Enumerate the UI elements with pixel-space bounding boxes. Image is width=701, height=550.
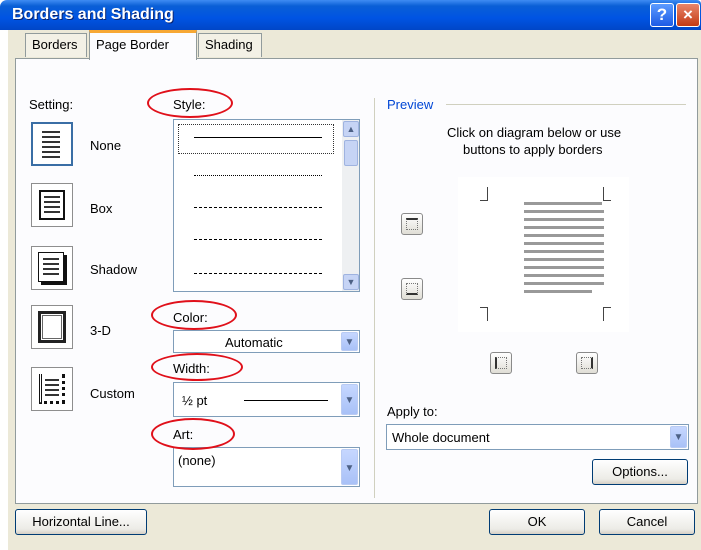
chevron-down-icon[interactable]: ▼: [341, 449, 358, 485]
art-dropdown[interactable]: (none) ▼: [173, 447, 360, 487]
cancel-button[interactable]: Cancel: [599, 509, 695, 535]
width-dropdown[interactable]: ½ pt ▼: [173, 382, 360, 417]
left-border-icon[interactable]: [490, 352, 512, 374]
width-value: ½ pt: [182, 393, 208, 408]
style-option-dotted[interactable]: [194, 175, 322, 176]
preview-divider: [374, 98, 375, 498]
apply-to-value: Whole document: [392, 430, 490, 445]
chevron-down-icon[interactable]: ▼: [670, 426, 687, 448]
art-value: (none): [178, 453, 216, 468]
scroll-down-icon[interactable]: ▼: [343, 274, 359, 290]
top-border-icon[interactable]: [401, 213, 423, 235]
annotation-circle-color: [151, 300, 237, 330]
color-dropdown[interactable]: Automatic ▼: [173, 330, 360, 353]
setting-shadow-icon[interactable]: [31, 246, 73, 290]
style-option-small-dash[interactable]: [194, 207, 322, 208]
apply-to-label: Apply to:: [387, 404, 438, 419]
horizontal-line-button[interactable]: Horizontal Line...: [15, 509, 147, 535]
scroll-up-icon[interactable]: ▲: [343, 121, 359, 137]
setting-none-icon[interactable]: [31, 122, 73, 166]
annotation-circle-style: [147, 88, 233, 118]
chevron-down-icon[interactable]: ▼: [341, 332, 358, 351]
annotation-circle-width: [151, 353, 243, 381]
setting-shadow-label[interactable]: Shadow: [90, 262, 137, 277]
setting-3d-label[interactable]: 3-D: [90, 323, 111, 338]
bottom-border-icon[interactable]: [401, 278, 423, 300]
setting-custom-label[interactable]: Custom: [90, 386, 135, 401]
preview-group-line: [446, 104, 686, 105]
options-button[interactable]: Options...: [592, 459, 688, 485]
ok-button[interactable]: OK: [489, 509, 585, 535]
width-line-sample: [244, 400, 328, 401]
preview-instruction-2: buttons to apply borders: [463, 142, 603, 157]
preview-instruction-1: Click on diagram below or use: [447, 125, 622, 140]
borders-and-shading-dialog: Borders and Shading ? × Borders Page Bor…: [0, 0, 701, 550]
style-scrollbar[interactable]: ▲ ▼: [342, 120, 359, 291]
setting-none-label[interactable]: None: [90, 138, 121, 153]
preview-label: Preview: [387, 97, 434, 112]
style-option-dash-dot[interactable]: [194, 273, 322, 274]
preview-diagram[interactable]: [458, 177, 629, 332]
setting-custom-icon[interactable]: [31, 367, 73, 411]
setting-3d-icon[interactable]: [31, 305, 73, 349]
apply-to-dropdown[interactable]: Whole document ▼: [386, 424, 689, 450]
setting-box-label[interactable]: Box: [90, 201, 112, 216]
right-border-icon[interactable]: [576, 352, 598, 374]
setting-box-icon[interactable]: [31, 183, 73, 227]
style-listbox[interactable]: ▲ ▼: [173, 119, 360, 292]
setting-label: Setting:: [29, 97, 74, 112]
chevron-down-icon[interactable]: ▼: [341, 384, 358, 415]
style-option-single[interactable]: [194, 137, 322, 138]
color-value: Automatic: [225, 335, 283, 350]
scroll-thumb[interactable]: [344, 140, 358, 166]
annotation-circle-art: [151, 418, 235, 450]
style-option-dash[interactable]: [194, 239, 322, 240]
